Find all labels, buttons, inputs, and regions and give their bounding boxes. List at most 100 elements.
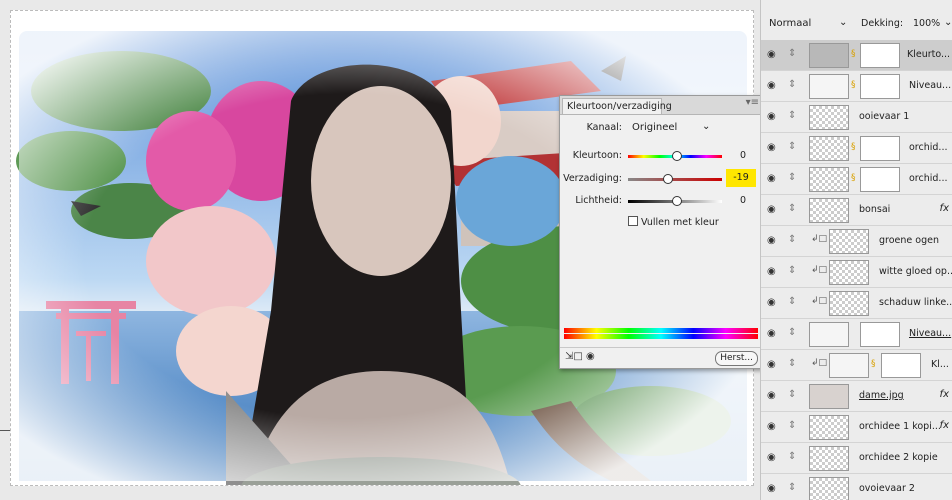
layer-name[interactable]: schaduw linke... (879, 297, 952, 308)
layer-name[interactable]: dame.jpg (859, 390, 904, 401)
clip-to-layer-icon[interactable]: ⇲□ (565, 351, 583, 362)
layer-thumbnail[interactable] (809, 105, 849, 130)
eye-icon[interactable]: ◉ (767, 328, 776, 339)
link-icon[interactable]: ⇕ (788, 48, 796, 59)
eye-icon[interactable]: ◉ (586, 351, 595, 362)
link-icon[interactable]: ⇕ (788, 296, 796, 307)
layer-name[interactable]: orchid... (909, 173, 947, 184)
adjustment-thumbnail[interactable] (809, 43, 849, 68)
link-icon[interactable]: ⇕ (788, 79, 796, 90)
eye-icon[interactable]: ◉ (767, 452, 776, 463)
layer-thumbnail[interactable] (809, 198, 849, 223)
adjustment-thumbnail[interactable] (829, 353, 869, 378)
layer-row[interactable]: ◉ ⇕ dame.jpg fx (761, 381, 952, 412)
hue-slider-thumb[interactable] (672, 151, 682, 161)
eye-icon[interactable]: ◉ (767, 266, 776, 277)
eye-icon[interactable]: ◉ (767, 111, 776, 122)
layer-thumbnail[interactable] (829, 229, 869, 254)
layer-row[interactable]: ◉ ⇕ § Niveau... (761, 71, 952, 102)
link-icon[interactable]: ⇕ (788, 141, 796, 152)
link-icon[interactable]: ⇕ (788, 451, 796, 462)
chain-icon[interactable]: § (851, 80, 856, 90)
layer-name[interactable]: Kl... (931, 359, 949, 370)
chain-icon[interactable]: § (851, 49, 856, 59)
link-icon[interactable]: ⇕ (788, 203, 796, 214)
layer-row[interactable]: ◉ ⇕ ↲□ schaduw linke... (761, 288, 952, 319)
chain-icon[interactable]: § (871, 359, 876, 369)
eye-icon[interactable]: ◉ (767, 390, 776, 401)
layer-name[interactable]: bonsai (859, 204, 890, 215)
properties-panel[interactable]: Kleurtoon/verzadiging ▾≡ Kanaal: Origine… (559, 95, 763, 369)
layer-row[interactable]: ◉ ⇕ orchidee 1 kopi... fx (761, 412, 952, 443)
eye-icon[interactable]: ◉ (767, 483, 776, 494)
link-icon[interactable]: ⇕ (788, 358, 796, 369)
checkbox-icon[interactable] (628, 216, 638, 226)
colorize-checkbox[interactable]: Vullen met kleur (628, 216, 719, 228)
layer-thumbnail[interactable] (809, 384, 849, 409)
eye-icon[interactable]: ◉ (767, 297, 776, 308)
tab-hue-saturation[interactable]: Kleurtoon/verzadiging (562, 98, 672, 114)
layer-name[interactable]: orchidee 1 kopi... (859, 421, 941, 432)
eye-icon[interactable]: ◉ (767, 80, 776, 91)
chain-icon[interactable]: § (851, 173, 856, 183)
levels-thumbnail[interactable] (809, 322, 849, 347)
eye-icon[interactable]: ◉ (767, 235, 776, 246)
layer-name[interactable]: orchidee 2 kopie (859, 452, 938, 463)
mask-thumbnail[interactable] (860, 74, 900, 99)
layer-thumbnail[interactable] (809, 136, 849, 161)
blend-mode-select[interactable]: Normaal (769, 18, 811, 29)
chevron-down-icon[interactable]: ⌄ (702, 121, 710, 132)
eye-icon[interactable]: ◉ (767, 359, 776, 370)
layer-thumbnail[interactable] (809, 477, 849, 500)
opacity-input[interactable]: 100% (913, 18, 940, 29)
link-icon[interactable]: ⇕ (788, 110, 796, 121)
layer-thumbnail[interactable] (829, 260, 869, 285)
layer-thumbnail[interactable] (809, 446, 849, 471)
layer-row[interactable]: ◉ ⇕ ovoievaar 2 (761, 474, 952, 500)
layer-thumbnail[interactable] (809, 415, 849, 440)
lightness-slider-thumb[interactable] (672, 196, 682, 206)
layer-row[interactable]: ◉ ⇕ § orchid... (761, 133, 952, 164)
layer-thumbnail[interactable] (829, 291, 869, 316)
eye-icon[interactable]: ◉ (767, 173, 776, 184)
chevron-down-icon[interactable]: ⌄ (839, 17, 847, 28)
layer-row[interactable]: ◉ ⇕ § orchid... (761, 164, 952, 195)
layers-panel[interactable]: Normaal ⌄ Dekking: 100% ⌄ ◉ ⇕ § Kleurto.… (760, 0, 952, 500)
layer-name[interactable]: witte gloed op... (879, 266, 952, 277)
layer-name[interactable]: groene ogen (879, 235, 939, 246)
mask-thumbnail[interactable] (860, 322, 900, 347)
mask-thumbnail[interactable] (860, 136, 900, 161)
layer-row[interactable]: ◉ ⇕ ooievaar 1 (761, 102, 952, 133)
fx-icon[interactable]: fx (940, 420, 949, 431)
link-icon[interactable]: ⇕ (788, 327, 796, 338)
layer-name[interactable]: Niveau... (909, 328, 951, 339)
layer-row[interactable]: ◉ ⇕ ↲□ § Kl... (761, 350, 952, 381)
layer-name[interactable]: Kleurto... (907, 49, 950, 60)
link-icon[interactable]: ⇕ (788, 389, 796, 400)
layer-name[interactable]: ovoievaar 2 (859, 483, 915, 494)
link-icon[interactable]: ⇕ (788, 234, 796, 245)
eye-icon[interactable]: ◉ (767, 49, 776, 60)
mask-thumbnail[interactable] (860, 167, 900, 192)
layer-row[interactable]: ◉ ⇕ bonsai fx (761, 195, 952, 226)
saturation-value[interactable]: -19 (726, 169, 756, 187)
hue-value[interactable]: 0 (716, 150, 746, 161)
fx-icon[interactable]: fx (940, 203, 949, 214)
chevron-down-icon[interactable]: ⌄ (944, 17, 952, 28)
layer-name[interactable]: ooievaar 1 (859, 111, 909, 122)
saturation-slider-thumb[interactable] (663, 174, 673, 184)
layer-row[interactable]: ◉ ⇕ ↲□ witte gloed op... (761, 257, 952, 288)
mask-thumbnail[interactable] (860, 43, 900, 68)
link-icon[interactable]: ⇕ (788, 265, 796, 276)
layer-row[interactable]: ◉ ⇕ ↲□ groene ogen (761, 226, 952, 257)
link-icon[interactable]: ⇕ (788, 420, 796, 431)
lightness-value[interactable]: 0 (716, 195, 746, 206)
fx-icon[interactable]: fx (940, 389, 949, 400)
reset-button[interactable]: Herst... (715, 351, 758, 366)
layer-name[interactable]: Niveau... (909, 80, 951, 91)
layer-row[interactable]: ◉ ⇕ orchidee 2 kopie (761, 443, 952, 474)
eye-icon[interactable]: ◉ (767, 204, 776, 215)
chain-icon[interactable]: § (851, 142, 856, 152)
link-icon[interactable]: ⇕ (788, 172, 796, 183)
eye-icon[interactable]: ◉ (767, 421, 776, 432)
